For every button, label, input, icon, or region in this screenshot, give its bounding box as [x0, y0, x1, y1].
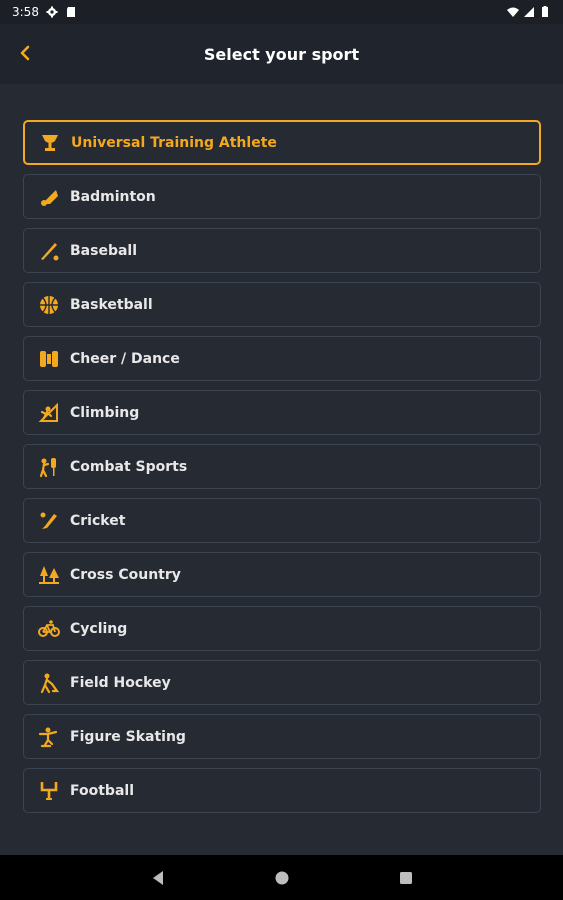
goalpost-icon [38, 780, 60, 802]
sport-item[interactable]: Cricket [23, 498, 541, 543]
sport-item[interactable]: Combat Sports [23, 444, 541, 489]
sport-item-label: Cycling [70, 620, 128, 637]
nav-recents-button[interactable] [394, 866, 418, 890]
bicycle-icon [38, 618, 60, 640]
sport-item-label: Badminton [70, 188, 156, 205]
sport-item-label: Cross Country [70, 566, 181, 583]
sport-item[interactable]: Universal Training Athlete [23, 120, 541, 165]
sport-item[interactable]: Basketball [23, 282, 541, 327]
signal-icon [524, 7, 534, 17]
sport-item[interactable]: Figure Skating [23, 714, 541, 759]
cricket-bat-icon [38, 510, 60, 532]
app-bar: Select your sport [0, 24, 563, 84]
status-time: 3:58 [12, 5, 39, 19]
shuttlecock-icon [38, 186, 60, 208]
chevron-left-icon [20, 45, 30, 61]
back-button[interactable] [10, 38, 40, 68]
sport-item-label: Cheer / Dance [70, 350, 180, 367]
sport-item-label: Basketball [70, 296, 153, 313]
sport-item[interactable]: Climbing [23, 390, 541, 435]
climbing-icon [38, 402, 60, 424]
sport-item[interactable]: Badminton [23, 174, 541, 219]
basketball-icon [38, 294, 60, 316]
sd-card-icon [66, 7, 75, 17]
trees-icon [38, 564, 60, 586]
sport-item[interactable]: Cross Country [23, 552, 541, 597]
nav-home-button[interactable] [270, 866, 294, 890]
sport-item[interactable]: Football [23, 768, 541, 813]
sport-item[interactable]: Cheer / Dance [23, 336, 541, 381]
sport-item-label: Football [70, 782, 134, 799]
sport-item-label: Baseball [70, 242, 138, 259]
status-bar: 3:58 [0, 0, 563, 24]
sport-item[interactable]: Cycling [23, 606, 541, 651]
boxing-icon [38, 456, 60, 478]
hockey-player-icon [38, 672, 60, 694]
baseball-bat-icon [38, 240, 60, 262]
sport-item-label: Combat Sports [70, 458, 188, 475]
page-title: Select your sport [203, 44, 360, 64]
battery-icon [542, 6, 548, 17]
skater-icon [38, 726, 60, 748]
wifi-icon [507, 7, 519, 17]
sport-item-label: Climbing [70, 404, 140, 421]
settings-icon [46, 6, 58, 18]
sport-item-label: Universal Training Athlete [71, 134, 277, 151]
sport-item[interactable]: Baseball [23, 228, 541, 273]
sport-list: Universal Training Athlete Badminton Baseb… [23, 120, 541, 813]
circle-home-icon [275, 871, 288, 884]
trophy-icon [39, 132, 61, 154]
pom-pom-icon [38, 348, 60, 370]
sport-item-label: Field Hockey [70, 674, 171, 691]
sport-item-label: Figure Skating [70, 728, 186, 745]
nav-back-button[interactable] [146, 866, 170, 890]
square-recents-icon [399, 871, 412, 884]
sport-item[interactable]: Field Hockey [23, 660, 541, 705]
sport-item-label: Cricket [70, 512, 126, 529]
triangle-back-icon [152, 870, 163, 885]
navigation-bar [0, 855, 563, 900]
